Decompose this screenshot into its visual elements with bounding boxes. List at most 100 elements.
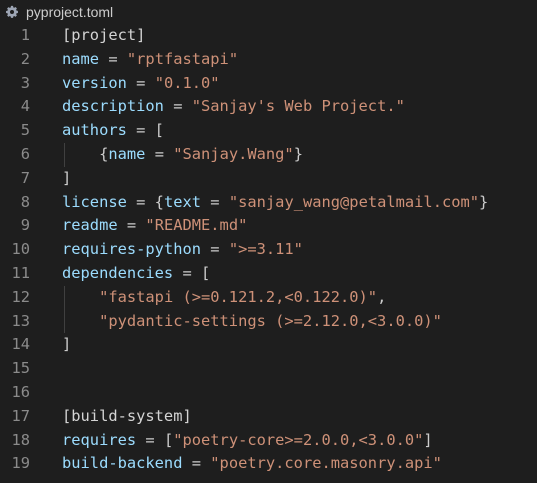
code-token: "README.md" [145,216,248,235]
code-line[interactable]: 3 version = "0.1.0" [0,72,537,96]
code-line[interactable]: 13 "pydantic-settings (>=2.12.0,<3.0.0)" [0,310,537,334]
code-line[interactable]: 10 requires-python = ">=3.11" [0,238,537,262]
line-text: name = "rptfastapi" [62,48,238,72]
code-token: "poetry.core.masonry.api" [210,454,442,473]
code-token: = [126,73,155,92]
code-line[interactable]: 2 name = "rptfastapi" [0,48,537,72]
code-token: dependencies [62,263,174,282]
code-line[interactable]: 11 dependencies = [ [0,262,537,286]
code-token: , [377,287,387,306]
line-text: [project] [62,24,145,48]
code-token: "Sanjay's Web Project." [191,97,405,116]
line-number: 2 [20,49,30,68]
code-token: { [62,144,109,163]
file-name[interactable]: pyproject.toml [26,4,113,20]
code-token: name [108,144,146,163]
code-line[interactable]: 9 readme = "README.md" [0,214,537,238]
code-token: [build-system] [62,406,192,425]
code-token: version [62,73,127,92]
code-token: = [ [136,430,174,449]
line-text: authors = [ [62,119,164,143]
code-line[interactable]: 5 authors = [ [0,119,537,143]
line-text: license = {text = "sanjay_wang@petalmail… [62,191,488,215]
code-token: } [293,144,303,163]
code-line[interactable]: 4 description = "Sanjay's Web Project." [0,95,537,119]
line-number: 5 [20,121,30,140]
code-line[interactable]: 8 license = {text = "sanjay_wang@petalmai… [0,191,537,215]
code-token: "sanjay_wang@petalmail.com" [228,192,480,211]
code-token: = [145,144,174,163]
line-number: 12 [11,287,30,306]
code-token: = [201,192,229,211]
line-number: 19 [11,454,30,473]
line-text: {name = "Sanjay.Wang"} [62,143,303,167]
line-text: dependencies = [ [62,262,210,286]
code-token: "Sanjay.Wang" [173,144,294,163]
line-number: 14 [11,335,30,354]
code-line[interactable]: 6 {name = "Sanjay.Wang"} [0,143,537,167]
code-line[interactable]: 18 requires = ["poetry-core>=2.0.0,<3.0.0… [0,429,537,453]
line-text: requires = ["poetry-core>=2.0.0,<3.0.0"] [62,429,433,453]
code-line[interactable]: 1 [project] [0,24,537,48]
code-token: = { [126,192,164,211]
code-token: ] [62,168,72,187]
code-token: "poetry-core>=2.0.0,<3.0.0" [173,430,424,449]
code-editor[interactable]: pyproject.toml 1 [project] 2 name = "rptfas… [0,0,537,483]
line-number: 9 [20,216,30,235]
code-token: "0.1.0" [154,73,220,92]
code-token: name [62,49,100,68]
code-line[interactable]: 17 [build-system] [0,405,537,429]
code-line[interactable]: 16 [0,381,537,405]
code-token: readme [62,216,118,235]
code-token: } [479,192,489,211]
line-number: 3 [20,73,30,92]
code-line[interactable]: 12 "fastapi (>=0.121.2,<0.122.0)", [0,286,537,310]
line-number: 7 [20,168,30,187]
line-text: description = "Sanjay's Web Project." [62,95,405,119]
code-token: = [117,216,146,235]
line-number: 6 [20,144,30,163]
line-number: 11 [11,263,30,282]
line-number: 13 [11,311,30,330]
code-line[interactable]: 19 build-backend = "poetry.core.masonry.a… [0,452,537,476]
code-token: = [99,49,127,68]
line-text: build-backend = "poetry.core.masonry.api… [62,452,442,476]
code-token: "fastapi (>=0.121.2,<0.122.0)" [99,287,378,306]
code-line[interactable]: 15 [0,357,537,381]
code-token: ] [62,335,72,354]
code-token: ] [423,430,433,449]
code-token: description [62,97,164,116]
code-area[interactable]: 1 [project] 2 name = "rptfastapi" 3 version =… [0,24,537,476]
code-token: "pydantic-settings (>=2.12.0,<3.0.0)" [99,311,442,330]
line-number: 15 [11,359,30,378]
code-token: text [163,192,202,211]
line-number: 18 [11,430,30,449]
line-text: "fastapi (>=0.121.2,<0.122.0)", [62,286,386,310]
line-number: 1 [20,26,30,44]
line-text: [build-system] [62,405,192,429]
line-text: requires-python = ">=3.11" [62,238,303,262]
code-token: = [163,97,192,116]
line-number: 8 [20,192,30,211]
code-token: ">=3.11" [228,240,303,259]
line-text: readme = "README.md" [62,214,247,238]
code-token: = [201,240,229,259]
file-header[interactable]: pyproject.toml [0,0,537,24]
line-number: 16 [11,382,30,401]
line-number: 4 [20,97,30,116]
code-line[interactable]: 14] [0,333,537,357]
line-text: ] [62,333,71,357]
line-text: "pydantic-settings (>=2.12.0,<3.0.0)" [62,310,442,334]
code-token: [project] [62,26,146,44]
line-number: 17 [11,406,30,425]
code-token: requires-python [62,240,201,259]
line-text: ] [62,167,71,191]
code-line[interactable]: 7] [0,167,537,191]
code-token: authors [62,121,127,140]
line-text: version = "0.1.0" [62,72,220,96]
code-token: license [62,192,127,211]
code-token: = [ [126,121,164,140]
code-token: = [ [173,263,211,282]
